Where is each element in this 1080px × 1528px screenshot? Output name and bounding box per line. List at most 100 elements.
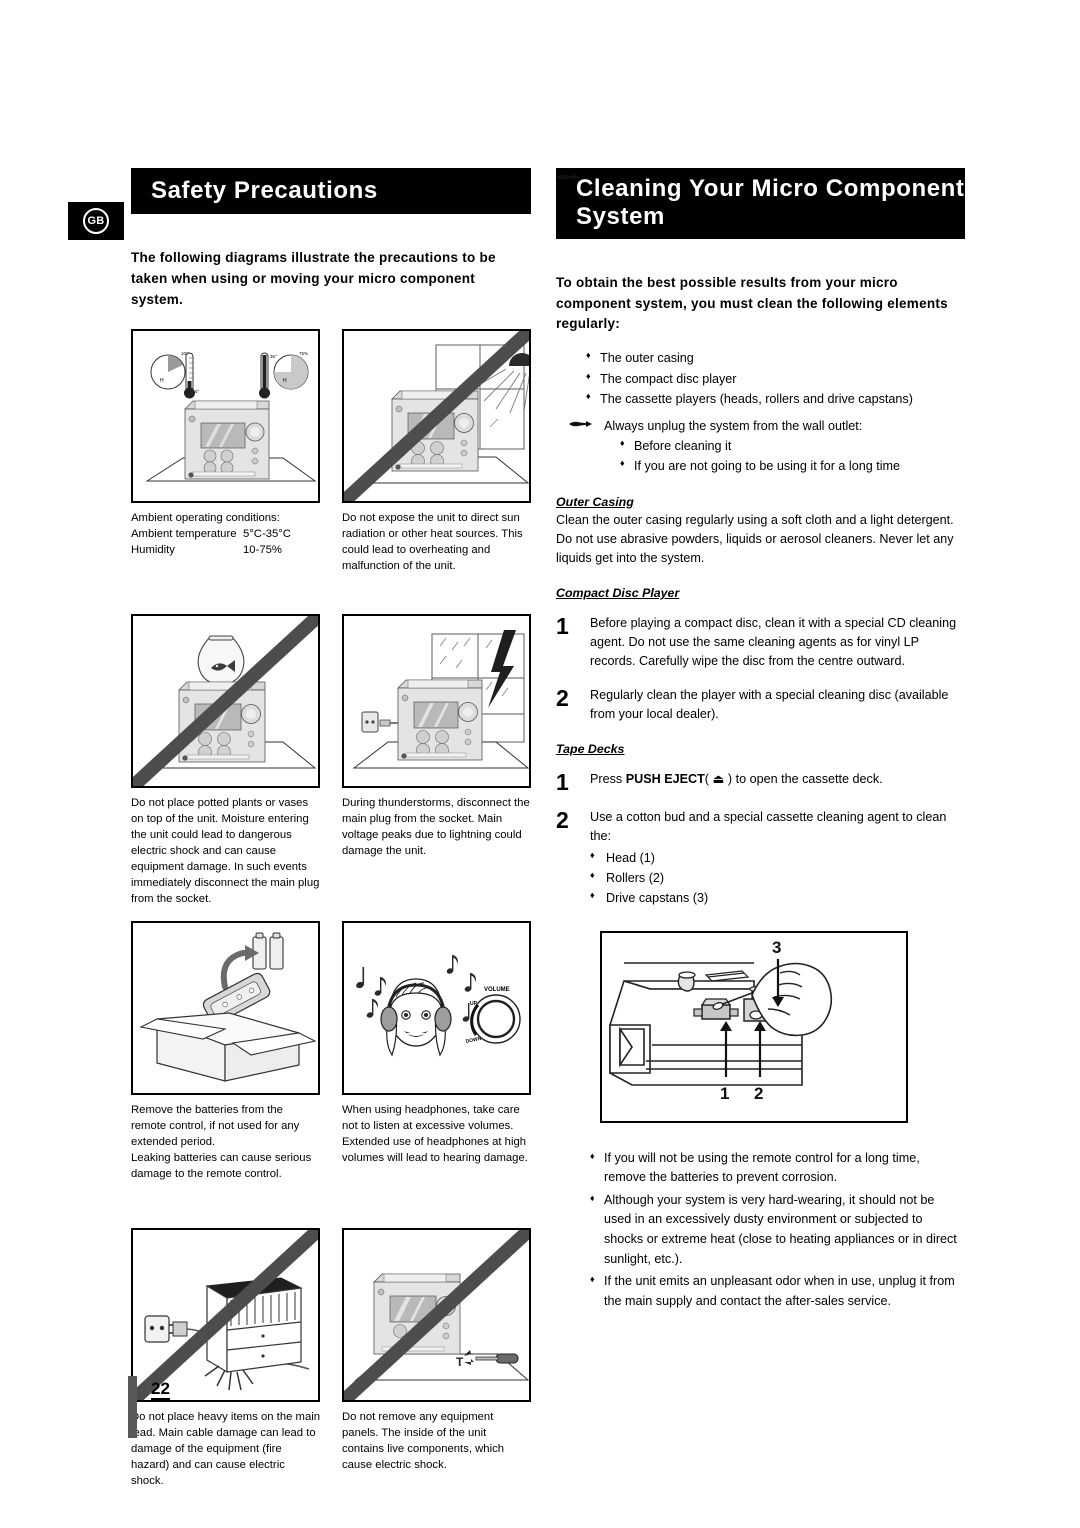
precaution-cell-thunderstorms: During thunderstorms, disconnect the mai… bbox=[342, 614, 531, 921]
list-item: Although your system is very hard-wearin… bbox=[556, 1191, 965, 1270]
list-item: The outer casing bbox=[556, 348, 965, 368]
step-number: 2 bbox=[556, 806, 569, 833]
step-number: 1 bbox=[556, 613, 569, 640]
svg-text:VOLUME: VOLUME bbox=[484, 987, 510, 993]
unplug-note: Always unplug the system from the wall o… bbox=[556, 416, 965, 436]
safety-precautions-intro: The following diagrams illustrate the pr… bbox=[131, 250, 496, 308]
step-text-lead: Use a cotton bud and a special cassette … bbox=[590, 809, 947, 843]
svg-text:2: 2 bbox=[754, 1084, 763, 1103]
pointing-hand-icon bbox=[569, 420, 592, 427]
safety-precautions-heading: Safety Precautions bbox=[131, 168, 531, 215]
caption-value: 5°C-35°C bbox=[243, 528, 291, 541]
step-text-post: to open the cassette deck. bbox=[732, 771, 883, 786]
illustration-row: Remove the batteries from the remote con… bbox=[131, 921, 531, 1228]
prohibition-slash-icon bbox=[133, 616, 318, 787]
step-text: Use a cotton bud and a special cassette … bbox=[590, 808, 965, 909]
caption-row: Ambient temperature 5°C-35°C bbox=[131, 526, 320, 542]
svg-text:75%: 75% bbox=[299, 351, 308, 356]
precaution-caption: Remove the batteries from the remote con… bbox=[131, 1104, 312, 1181]
hand-cleaning-cassette-deck-icon: 1 2 3 bbox=[602, 932, 905, 1120]
precaution-caption: Do not expose the unit to direct sun rad… bbox=[342, 512, 523, 573]
precaution-caption: Ambient operating conditions: Ambient te… bbox=[131, 510, 320, 614]
unplug-note-text: Always unplug the system from the wall o… bbox=[604, 418, 863, 433]
cassette-deck-diagram-panel: 1 2 3 bbox=[600, 930, 908, 1123]
illustration-panel: VOLUME UP DOWN bbox=[342, 921, 531, 1096]
precaution-cell-direct-sunlight: Do not expose the unit to direct sun rad… bbox=[342, 329, 531, 614]
cd-step: 1 Before playing a compact disc, clean i… bbox=[556, 614, 965, 671]
illustration-panel: H 10% 5° 35° H 75% bbox=[131, 329, 320, 504]
precaution-cell-remove-panels: T Do not remove any equipment panels. Th… bbox=[342, 1228, 531, 1513]
svg-text:35°: 35° bbox=[270, 354, 277, 359]
list-item: If the unit emits an unpleasant odor whe… bbox=[556, 1272, 965, 1311]
illustration-panel bbox=[131, 921, 320, 1096]
step-text: Before playing a compact disc, clean it … bbox=[590, 616, 957, 669]
cleaning-intro: To obtain the best possible results from… bbox=[556, 274, 948, 332]
caption-key: Humidity bbox=[131, 544, 175, 557]
illustration-panel: T bbox=[342, 1228, 531, 1403]
prohibition-slash-icon bbox=[344, 331, 529, 502]
illustration-panel bbox=[342, 614, 531, 789]
illustration-row: Do not place potted plants or vases on t… bbox=[131, 614, 531, 921]
cleaning-column: Cleaning Your Micro Component System To … bbox=[556, 168, 965, 1315]
outer-casing-title: Outer Casing bbox=[556, 494, 634, 509]
list-item: If you are not going to be using it for … bbox=[556, 456, 965, 476]
step-number: 2 bbox=[556, 684, 569, 711]
tape-decks-title: Tape Decks bbox=[556, 741, 625, 756]
illustration-panel bbox=[342, 329, 531, 504]
precaution-cell-heavy-items: Do not place heavy items on the main lea… bbox=[131, 1228, 320, 1513]
caption-value: 10-75% bbox=[243, 544, 282, 557]
prohibition-slash-icon bbox=[344, 1230, 529, 1401]
illustration-panel bbox=[131, 614, 320, 789]
locale-badge: GB bbox=[68, 202, 124, 240]
locale-badge-label: GB bbox=[83, 208, 109, 234]
safety-precautions-column: Safety Precautions The following diagram… bbox=[131, 168, 531, 1513]
list-item: If you will not be using the remote cont… bbox=[556, 1149, 965, 1188]
list-item: Head (1) bbox=[590, 848, 965, 868]
precaution-caption: During thunderstorms, disconnect the mai… bbox=[342, 797, 530, 858]
list-item: Before cleaning it bbox=[556, 436, 965, 456]
eject-symbol-icon: ⏏ bbox=[712, 771, 725, 786]
precaution-caption: When using headphones, take care not to … bbox=[342, 1104, 528, 1165]
tape-parts-list: Head (1) Rollers (2) Drive capstans (3) bbox=[590, 848, 965, 908]
step-text: Regularly clean the player with a specia… bbox=[590, 687, 949, 721]
list-item: The cassette players (heads, rollers and… bbox=[556, 389, 965, 409]
caption-key: Ambient temperature bbox=[131, 528, 237, 541]
outer-casing-body: Clean the outer casing regularly using a… bbox=[556, 512, 954, 566]
cd-step: 2 Regularly clean the player with a spec… bbox=[556, 686, 965, 724]
remote-batteries-box-icon bbox=[133, 923, 318, 1094]
pointing-hand-icon bbox=[556, 174, 579, 180]
precaution-caption: Do not place potted plants or vases on t… bbox=[131, 797, 320, 906]
precaution-caption: Do not remove any equipment panels. The … bbox=[342, 1411, 505, 1472]
step-number: 1 bbox=[556, 768, 569, 795]
general-notes-list: If you will not be using the remote cont… bbox=[556, 174, 965, 1312]
precaution-cell-headphone-volume: VOLUME UP DOWN When using headphones, ta… bbox=[342, 921, 531, 1228]
svg-text:5°: 5° bbox=[195, 389, 200, 394]
step-text-pre: Press bbox=[590, 771, 626, 786]
step-text: Press PUSH EJECT( ⏏ ) to open the casset… bbox=[590, 771, 883, 786]
tape-step: 2 Use a cotton bud and a special cassett… bbox=[556, 808, 965, 909]
cd-player-title: Compact Disc Player bbox=[556, 586, 680, 601]
list-item: The compact disc player bbox=[556, 369, 965, 389]
lightning-storm-window-icon bbox=[344, 616, 529, 787]
girl-headphones-volume-icon: VOLUME UP DOWN bbox=[344, 923, 529, 1094]
list-item: Drive capstans (3) bbox=[590, 888, 965, 908]
illustration-row: Do not place heavy items on the main lea… bbox=[131, 1228, 531, 1513]
clean-items-list: The outer casing The compact disc player… bbox=[556, 348, 965, 476]
list-item: Rollers (2) bbox=[590, 868, 965, 888]
page-footer: 22 bbox=[128, 1376, 170, 1438]
safety-illustration-grid: H 10% 5° 35° H 75% Ambient operating con… bbox=[131, 329, 531, 1513]
svg-text:3: 3 bbox=[772, 938, 781, 957]
svg-text:UP: UP bbox=[470, 1001, 478, 1007]
precaution-cell-potted-plants: Do not place potted plants or vases on t… bbox=[131, 614, 320, 921]
micro-system-with-thermometers-icon: H 10% 5° 35° H 75% bbox=[133, 331, 318, 502]
precaution-cell-remote-batteries: Remove the batteries from the remote con… bbox=[131, 921, 320, 1228]
caption-line: Ambient operating conditions: bbox=[131, 512, 280, 525]
illustration-row: H 10% 5° 35° H 75% Ambient operating con… bbox=[131, 329, 531, 614]
footer-bar bbox=[128, 1376, 137, 1438]
push-eject-label: PUSH EJECT bbox=[625, 771, 705, 786]
svg-text:H: H bbox=[283, 378, 287, 384]
page-number: 22 bbox=[151, 1379, 170, 1400]
cleaning-heading: Cleaning Your Micro Component System bbox=[556, 168, 965, 239]
precaution-cell-ambient-conditions: H 10% 5° 35° H 75% Ambient operating con… bbox=[131, 329, 320, 614]
caption-row: Humidity 10-75% bbox=[131, 542, 320, 558]
